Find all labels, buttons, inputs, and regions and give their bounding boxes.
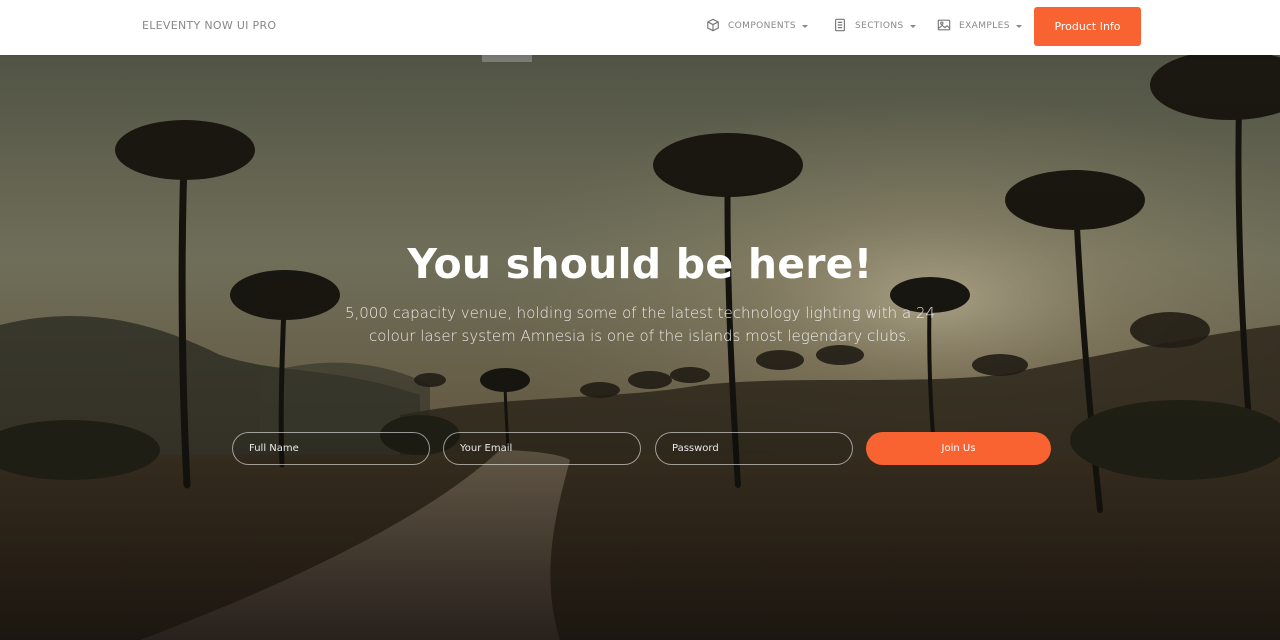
email-input[interactable]	[443, 432, 641, 465]
hero-title: You should be here!	[407, 240, 873, 288]
nav-examples-dropdown[interactable]: EXAMPLES	[937, 17, 1022, 35]
slide-tab-marker	[482, 55, 532, 62]
nav-sections-dropdown[interactable]: SECTIONS	[833, 17, 916, 35]
caret-down-icon	[802, 24, 809, 28]
nav-sections-label: SECTIONS	[855, 21, 904, 31]
nav-components-label: COMPONENTS	[728, 21, 797, 31]
navbar: ELEVENTY NOW UI PRO COMPONENTS SECTIONS …	[0, 0, 1280, 55]
join-us-button[interactable]: Join Us	[866, 432, 1051, 465]
hero-description: 5,000 capacity venue, holding some of th…	[345, 304, 935, 345]
document-icon	[833, 18, 847, 35]
brand-link[interactable]: ELEVENTY NOW UI PRO	[142, 19, 276, 32]
image-icon	[937, 18, 951, 35]
password-input[interactable]	[655, 432, 853, 465]
caret-down-icon	[909, 24, 916, 28]
box-icon	[706, 18, 720, 35]
caret-down-icon	[1015, 24, 1022, 28]
hero-section: You should be here! 5,000 capacity venue…	[0, 55, 1280, 640]
full-name-input[interactable]	[232, 432, 430, 465]
nav-examples-label: EXAMPLES	[959, 21, 1010, 31]
nav-components-dropdown[interactable]: COMPONENTS	[706, 17, 809, 35]
product-info-button[interactable]: Product Info	[1034, 7, 1141, 46]
